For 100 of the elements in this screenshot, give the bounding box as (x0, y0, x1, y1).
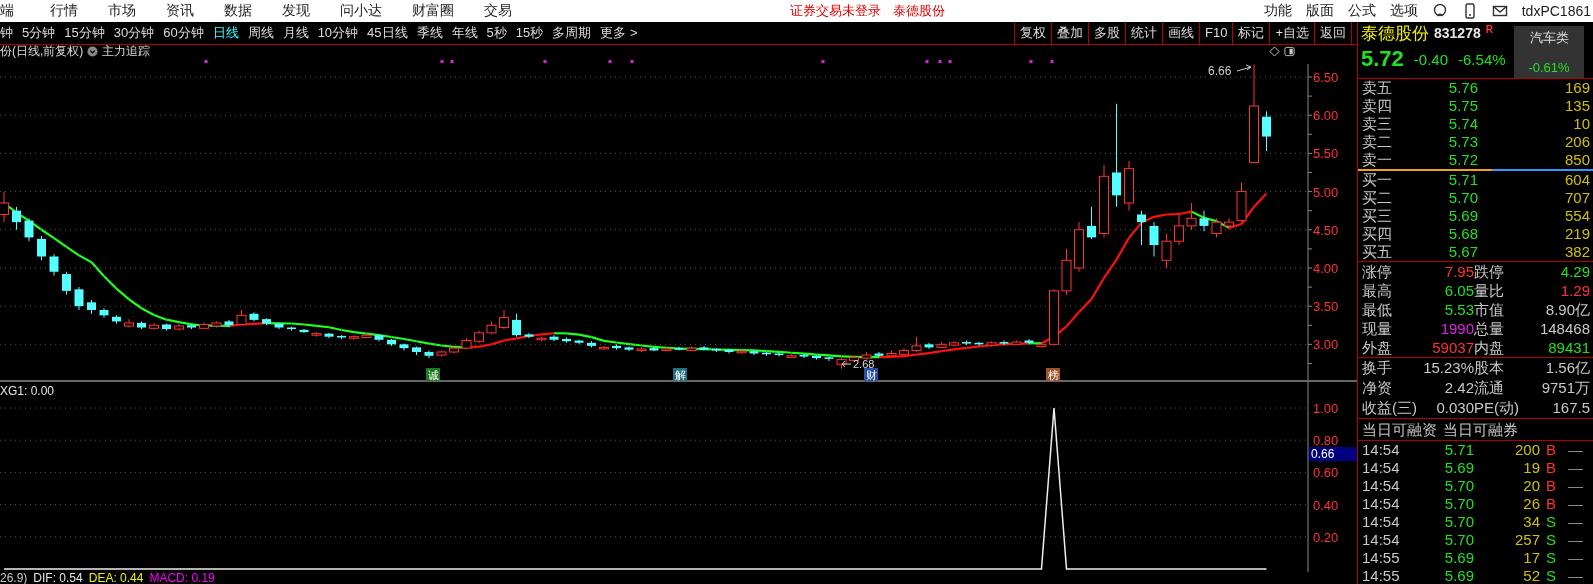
period-tab[interactable]: 5分钟 (22, 24, 56, 42)
candlestick (1224, 217, 1234, 231)
indicator-value: DEA: 0.44 (88, 572, 144, 584)
order-price: 5.74 (1447, 115, 1478, 133)
toolbar-button[interactable]: 返回 (1314, 22, 1352, 44)
chat-icon[interactable] (1431, 3, 1448, 19)
stat-value: 0.030 (1435, 398, 1474, 418)
menu-item[interactable]: 市场 (108, 2, 136, 20)
period-tab[interactable]: 周线 (247, 24, 274, 42)
toolbar-button[interactable]: 画线 (1162, 22, 1199, 44)
candlestick (224, 319, 234, 329)
period-tab[interactable]: 月线 (282, 24, 309, 42)
order-price: 5.73 (1447, 133, 1478, 151)
order-price: 5.70 (1447, 189, 1478, 207)
tick-volume: 257 (1513, 531, 1540, 549)
toolbar-button[interactable]: 统计 (1125, 22, 1162, 44)
last-price: 5.72 (1361, 46, 1404, 72)
menu-item[interactable]: 交易 (484, 2, 512, 20)
period-tab[interactable]: 30分钟 (113, 24, 155, 42)
period-tab[interactable]: 45日线 (367, 24, 408, 42)
axis-label: 6.50 (1313, 70, 1339, 85)
mail-icon[interactable] (1491, 3, 1508, 19)
tick-volume: 20 (1522, 477, 1540, 495)
stat-value: 59037 (1431, 338, 1474, 357)
period-tab[interactable]: 60分钟 (163, 24, 204, 42)
user-name[interactable]: tdxPC1861 (1521, 3, 1591, 19)
menu-item[interactable]: 数据 (224, 2, 252, 20)
leader-line (1236, 64, 1252, 72)
period-tab[interactable]: 多周期 (552, 24, 592, 42)
event-tag: 解 (673, 368, 687, 381)
price-change: -0.40 (1413, 50, 1449, 68)
period-tab[interactable]: 5秒 (486, 24, 507, 42)
menu-item[interactable]: 发现 (282, 2, 310, 20)
toolbar-button[interactable]: +自选 (1269, 22, 1314, 44)
tick-price: 5.70 (1443, 495, 1474, 513)
tick-time: 14:54 (1362, 531, 1401, 549)
stat-label: 总量 (1474, 319, 1505, 338)
order-price: 5.67 (1447, 243, 1478, 261)
tick-time: 14:54 (1362, 459, 1401, 477)
menu-item[interactable]: 选项 (1389, 2, 1418, 20)
order-volume: 10 (1572, 115, 1590, 133)
tick-price: 5.69 (1443, 459, 1474, 477)
indicator-value: DIF: 0.54 (33, 572, 83, 584)
period-tab[interactable]: 10分钟 (317, 24, 359, 42)
price-marker: 2.68 (853, 358, 875, 370)
tick-mark: — (1567, 531, 1584, 549)
candlestick (799, 353, 809, 359)
event-tag: 财 (864, 368, 878, 381)
order-label: 买一 (1362, 171, 1393, 189)
menu-item[interactable]: 资讯 (166, 2, 194, 20)
menu-item[interactable]: 问小达 (340, 2, 382, 20)
indicator-legend: XG1: 0.00 (0, 384, 55, 398)
stat-label: 涨停 (1362, 262, 1393, 281)
period-tab[interactable]: 日线 (212, 24, 239, 42)
period-tab[interactable]: 年线 (451, 24, 478, 42)
period-tab[interactable]: 15秒 (515, 24, 544, 42)
order-label: 卖五 (1362, 79, 1393, 97)
menu-item[interactable]: 版面 (1305, 2, 1334, 20)
stat-value: 15.23% (1422, 358, 1474, 378)
tick-volume: 52 (1522, 567, 1540, 584)
tick-side: S (1545, 513, 1557, 531)
toolbar-button[interactable]: 叠加 (1051, 22, 1088, 44)
menu-item[interactable]: 行情 (50, 2, 78, 20)
menu-item[interactable]: 财富圈 (412, 2, 454, 20)
period-tab[interactable]: 钟 (0, 24, 13, 42)
axis-label: 0.40 (1313, 497, 1339, 513)
tick-price: 5.69 (1443, 549, 1474, 567)
candlestick (1161, 233, 1172, 269)
axis-label: 0.20 (1313, 529, 1339, 545)
order-price: 5.71 (1447, 171, 1478, 189)
toolbar-button[interactable]: 复权 (1014, 22, 1051, 44)
stat-label: 内盘 (1474, 338, 1505, 357)
tick-time: 14:54 (1362, 441, 1401, 459)
stat-value: 9751万 (1540, 378, 1590, 398)
menu-item[interactable]: 功能 (1263, 2, 1292, 20)
period-tab[interactable]: 15分钟 (64, 24, 105, 42)
axis-label: 5.00 (1313, 184, 1339, 200)
toolbar-button[interactable]: 多股 (1088, 22, 1125, 44)
candlestick (0, 191, 9, 223)
axis-label: 0.60 (1313, 465, 1339, 481)
axis-label: 5.50 (1313, 146, 1339, 162)
toolbar-button[interactable]: 标记 (1232, 22, 1270, 44)
menu-item[interactable]: 端 (0, 2, 14, 20)
period-tab[interactable]: 季线 (416, 24, 443, 42)
diamond-icon[interactable] (1269, 46, 1280, 57)
panel-toggle-icon[interactable] (1284, 46, 1295, 57)
period-tab[interactable]: 更多 > (600, 24, 638, 42)
sector-card[interactable]: 汽车类 -0.61% (1514, 26, 1584, 78)
stat-value: 6.05 (1443, 281, 1474, 300)
stat-label: 换手 (1362, 358, 1393, 378)
indicator-name[interactable]: 主力追踪 (102, 43, 151, 60)
menu-item[interactable]: 公式 (1347, 2, 1376, 20)
toolbar-button[interactable]: F10 (1199, 22, 1233, 44)
section-label: 当日可融券 (1443, 420, 1518, 440)
candlestick (549, 334, 559, 342)
tick-mark: — (1567, 513, 1584, 531)
candlestick (1186, 202, 1197, 231)
stat-label: 股本 (1474, 358, 1505, 378)
chevron-down-icon[interactable] (87, 46, 99, 57)
chart-title: 份(日线,前复权) (0, 43, 84, 60)
